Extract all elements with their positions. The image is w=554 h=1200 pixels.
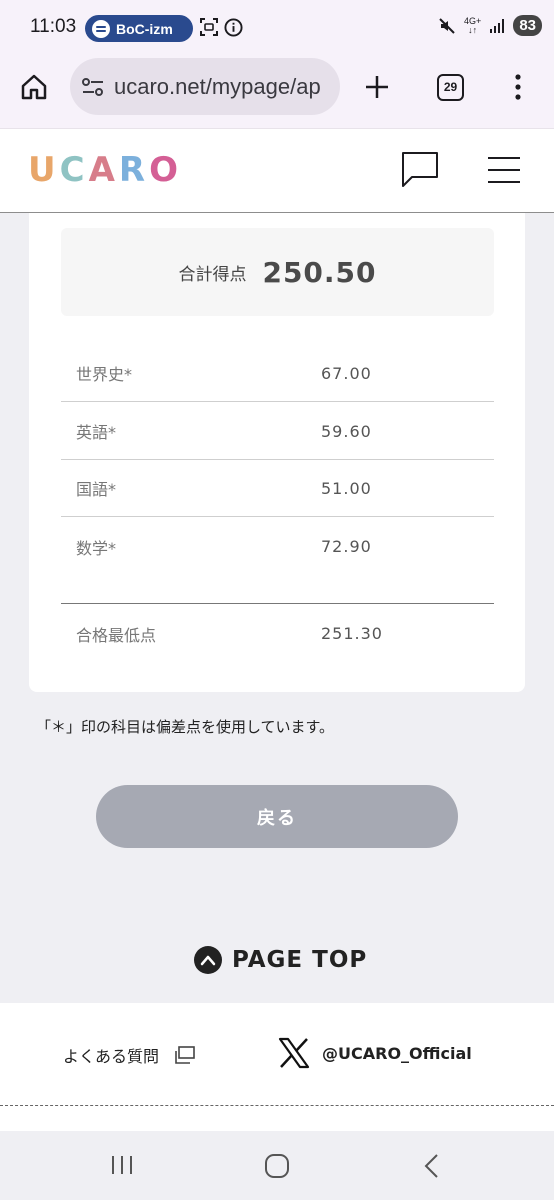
media-pill[interactable]: BoC-izm	[85, 15, 193, 42]
min-pass-value: 251.30	[321, 624, 383, 643]
logo-letter: C	[59, 150, 85, 190]
min-pass-row: 合格最低点 251.30	[61, 605, 494, 662]
status-bar: 11:03 BoC-izm 4G+ ↓↑ 83	[0, 0, 554, 56]
info-icon	[224, 18, 243, 37]
address-bar[interactable]: ucaro.net/mypage/ap	[70, 58, 340, 115]
recent-apps-icon[interactable]	[110, 1153, 134, 1177]
x-account-link[interactable]: @UCARO_Official	[278, 1037, 472, 1069]
hamburger-menu-icon[interactable]	[487, 155, 521, 185]
browser-toolbar: ucaro.net/mypage/ap 29	[0, 56, 554, 128]
site-header: U C A R O	[0, 128, 554, 213]
logo-letter: O	[149, 150, 178, 190]
subject-name: 数学*	[76, 538, 117, 558]
deviation-note: 「＊」印の科目は偏差点を使用しています。	[36, 718, 335, 736]
subject-score: 51.00	[321, 478, 372, 498]
spotify-icon	[92, 19, 110, 38]
site-footer: よくある質問 @UCARO_Official	[0, 1003, 554, 1131]
total-score-label: 合計得点	[178, 264, 247, 285]
score-row: 英語* 59.60	[61, 403, 494, 460]
ucaro-logo[interactable]: U C A R O	[28, 153, 178, 187]
mute-icon	[439, 17, 455, 34]
subject-name: 国語*	[76, 480, 117, 499]
new-tab-icon[interactable]	[362, 72, 392, 102]
logo-letter: U	[28, 150, 56, 190]
faq-link[interactable]: よくある質問	[63, 1043, 195, 1067]
url-text: ucaro.net/mypage/ap	[114, 73, 321, 99]
page-top-label: PAGE TOP	[232, 947, 368, 973]
subject-score: 67.00	[321, 363, 372, 383]
results-card: 合計得点 250.50 世界史* 67.00 英語* 59.60 国語* 51.…	[29, 213, 525, 692]
site-settings-icon[interactable]	[82, 77, 104, 97]
score-row: 国語* 51.00	[61, 460, 494, 517]
media-pill-label: BoC-izm	[116, 20, 173, 37]
network-indicator: 4G+ ↓↑	[464, 15, 482, 35]
home-icon[interactable]	[20, 73, 48, 101]
min-pass-label: 合格最低点	[76, 625, 157, 645]
screenshot-icon	[200, 18, 218, 36]
chevron-up-icon	[194, 946, 222, 974]
chat-icon[interactable]	[400, 149, 440, 189]
external-window-icon	[175, 1046, 195, 1064]
x-logo-icon	[278, 1037, 310, 1069]
x-account-label: @UCARO_Official	[322, 1043, 472, 1063]
subject-score: 72.90	[321, 537, 372, 556]
tab-switcher-button[interactable]: 29	[437, 74, 464, 101]
page-top-link[interactable]: PAGE TOP	[194, 946, 367, 974]
android-nav-bar	[0, 1131, 554, 1200]
home-nav-icon[interactable]	[264, 1153, 290, 1179]
subject-name: 英語*	[76, 423, 117, 442]
total-score-box: 合計得点 250.50	[61, 228, 494, 316]
signal-icon	[490, 18, 505, 33]
subject-name: 世界史*	[76, 365, 133, 384]
logo-letter: R	[118, 150, 146, 190]
status-right: 4G+ ↓↑ 83	[438, 15, 542, 36]
divider	[61, 603, 494, 604]
score-row: 数学* 72.90	[61, 518, 494, 575]
more-menu-icon[interactable]	[510, 73, 526, 101]
total-score-value: 250.50	[262, 255, 377, 289]
footer-divider	[0, 1105, 554, 1106]
status-time: 11:03	[30, 16, 77, 37]
battery-indicator: 83	[513, 15, 542, 36]
back-nav-icon[interactable]	[422, 1153, 442, 1179]
logo-letter: A	[88, 150, 115, 190]
faq-label: よくある質問	[63, 1047, 160, 1066]
subject-score: 59.60	[321, 421, 372, 441]
back-button[interactable]: 戻る	[96, 785, 458, 848]
score-row: 世界史* 67.00	[61, 345, 494, 402]
